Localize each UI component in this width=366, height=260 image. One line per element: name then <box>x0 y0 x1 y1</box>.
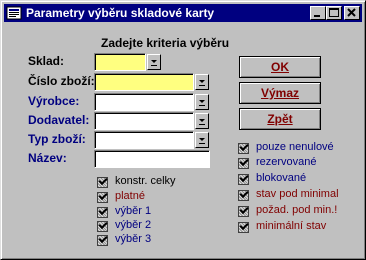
close-icon <box>347 8 356 17</box>
checkbox-label-vyber-1: výběr 1 <box>115 205 152 217</box>
checkbox-label-konstr-celky: konstr. celky <box>115 175 176 187</box>
dodavatel-dropdown-button[interactable] <box>195 113 209 129</box>
checkbox-vyber-2[interactable] <box>97 221 108 232</box>
label-nazev: Název: <box>28 151 67 165</box>
checkbox-label-blokovane: blokované <box>256 172 307 184</box>
checkbox-pozad-pod-min[interactable] <box>238 206 249 217</box>
vyrobce-dropdown-button[interactable] <box>195 94 209 110</box>
label-typ-zbozi: Typ zboží: <box>28 132 86 146</box>
label-cislo-zbozi: Číslo zboží: <box>28 74 95 88</box>
checkbox-rezervovane[interactable] <box>238 158 249 169</box>
checkbox-label-minimalni-stav: minimální stav <box>256 220 327 232</box>
checkbox-label-vyber-3: výběr 3 <box>115 233 152 245</box>
label-sklad: Sklad: <box>28 54 65 68</box>
checkbox-label-vyber-2: výběr 2 <box>115 219 152 231</box>
checkbox-blokovane[interactable] <box>238 174 249 185</box>
checkbox-konstr-celky[interactable] <box>97 177 108 188</box>
checkbox-vyber-3[interactable] <box>97 235 108 246</box>
vymaz-button[interactable]: Výmaz <box>239 82 321 104</box>
nazev-input[interactable] <box>94 150 210 168</box>
dropdown-arrow-icon <box>151 60 157 66</box>
typ-zbozi-dropdown-button[interactable] <box>195 132 209 148</box>
ok-button[interactable]: OK <box>239 56 321 78</box>
maximize-icon <box>329 8 339 17</box>
ok-button-label: OK <box>271 60 289 74</box>
dropdown-arrow-icon <box>199 138 205 144</box>
sklad-input[interactable] <box>94 53 146 71</box>
cislo-zbozi-dropdown-button[interactable] <box>195 74 209 90</box>
minimize-icon <box>314 15 320 17</box>
vyrobce-input[interactable] <box>94 93 194 111</box>
dialog-window: Parametry výběru skladové karty Zadejte … <box>0 0 366 260</box>
checkbox-stav-pod-minimal[interactable] <box>238 190 249 201</box>
checkbox-label-rezervovane: rezervované <box>256 156 317 168</box>
checkbox-label-pouze-nenulove: pouze nenulové <box>256 141 334 153</box>
checkbox-label-stav-pod-minimal: stav pod minimal <box>256 188 339 200</box>
checkbox-label-pozad-pod-min: požad. pod min.! <box>256 204 338 216</box>
title-bar[interactable]: Parametry výběru skladové karty <box>4 4 362 22</box>
zpet-button[interactable]: Zpět <box>239 108 321 130</box>
form-heading: Zadejte kriteria výběru <box>101 36 230 50</box>
checkbox-pouze-nenulove[interactable] <box>238 143 249 154</box>
vymaz-button-label: Výmaz <box>260 86 300 100</box>
label-dodavatel: Dodavatel: <box>28 113 90 127</box>
dropdown-arrow-icon <box>199 119 205 125</box>
dodavatel-input[interactable] <box>94 112 194 130</box>
zpet-button-label: Zpět <box>267 112 293 126</box>
sklad-dropdown-button[interactable] <box>147 54 161 70</box>
maximize-button[interactable] <box>326 6 342 20</box>
minimize-button[interactable] <box>310 6 326 20</box>
checkbox-minimalni-stav[interactable] <box>238 222 249 233</box>
window-app-icon[interactable] <box>6 5 22 21</box>
close-button[interactable] <box>344 6 360 20</box>
checkbox-label-platne: platné <box>115 190 145 202</box>
typ-zbozi-input[interactable] <box>94 131 194 149</box>
dropdown-arrow-icon <box>199 100 205 106</box>
checkbox-platne[interactable] <box>97 192 108 203</box>
window-title: Parametry výběru skladové karty <box>26 6 215 20</box>
label-vyrobce: Výrobce: <box>28 94 80 108</box>
cislo-zbozi-input[interactable] <box>94 73 194 91</box>
dropdown-arrow-icon <box>199 80 205 86</box>
checkbox-vyber-1[interactable] <box>97 207 108 218</box>
